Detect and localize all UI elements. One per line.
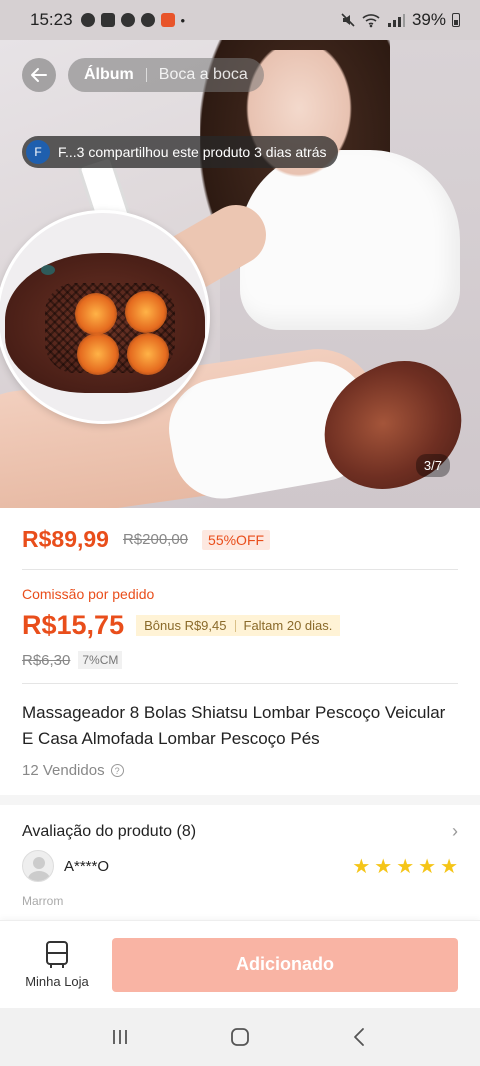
share-text: F...3 compartilhou este produto 3 dias a…	[58, 144, 327, 160]
star-icon: ★	[352, 855, 371, 878]
chevron-right-icon: ›	[452, 821, 458, 841]
telegram-icon	[100, 13, 115, 27]
back-button[interactable]	[22, 58, 56, 92]
star-icon: ★	[396, 855, 415, 878]
status-bar: 15:23 • 39%	[0, 0, 480, 40]
product-image-gallery[interactable]: Álbum Boca a boca F F...3 compartilhou e…	[0, 40, 480, 508]
massager-light	[125, 291, 167, 333]
massager-light	[127, 333, 169, 375]
status-right: 39%	[340, 10, 460, 30]
section-separator	[0, 795, 480, 805]
instagram-icon	[120, 13, 135, 27]
help-icon[interactable]: ?	[110, 764, 124, 777]
share-notice: F F...3 compartilhou este produto 3 dias…	[22, 136, 339, 168]
notification-icons: •	[80, 12, 186, 28]
review-item: A****O ★ ★ ★ ★ ★	[22, 850, 458, 882]
shopee-icon	[160, 13, 175, 27]
battery-icon	[452, 13, 460, 27]
app-screen: 15:23 • 39% Álbum Boca a boca F F...3 co…	[0, 0, 480, 1066]
recents-icon[interactable]	[108, 1025, 132, 1049]
discount-badge: 55%OFF	[202, 529, 271, 550]
divider	[22, 569, 458, 570]
original-price: R$200,00	[122, 531, 189, 548]
commission-old-row: R$6,30 7%CM	[22, 651, 458, 669]
massager-light	[75, 293, 117, 335]
sold-count: 12 Vendidos	[22, 762, 105, 779]
product-price: R$89,99	[22, 526, 109, 552]
signal-icon	[387, 14, 405, 27]
massager-button	[41, 265, 55, 275]
product-title: Massageador 8 Bolas Shiatsu Lombar Pesco…	[22, 703, 446, 748]
commission-rate: 7%CM	[78, 651, 123, 669]
store-icon	[46, 941, 68, 968]
price-row: R$89,99 R$200,00 55%OFF	[22, 526, 458, 553]
bonus-divider	[234, 619, 236, 632]
my-store-button[interactable]: Minha Loja	[22, 940, 92, 989]
product-details: R$89,99 R$200,00 55%OFF Comissão por ped…	[0, 508, 480, 908]
star-icon: ★	[374, 855, 393, 878]
avatar	[22, 850, 54, 882]
review-variant: Marrom	[22, 894, 64, 908]
sharer-avatar: F	[26, 140, 50, 164]
reviews-title: Avaliação do produto (8)	[22, 822, 197, 840]
my-store-label: Minha Loja	[25, 974, 89, 989]
wifi-icon	[362, 14, 380, 28]
image-page-indicator: 3/7	[415, 454, 450, 477]
sold-count-row: 12 Vendidos ?	[22, 762, 458, 779]
system-nav-bar	[0, 1008, 480, 1066]
status-left: 15:23 •	[30, 10, 185, 30]
back-nav-icon[interactable]	[348, 1025, 372, 1049]
star-icon: ★	[418, 855, 437, 878]
gallery-tabs: Álbum Boca a boca	[68, 58, 264, 92]
commission-value: R$15,75	[22, 610, 125, 640]
commission-old: R$6,30	[22, 651, 71, 669]
reviews-header[interactable]: Avaliação do produto (8) ›	[22, 821, 458, 842]
bonus-remaining: Faltam 20 dias.	[243, 618, 333, 633]
battery-percent: 39%	[411, 10, 446, 29]
chat-icon	[80, 13, 95, 27]
mute-icon	[341, 13, 355, 27]
image-zoom-inset	[0, 210, 210, 424]
home-icon[interactable]	[228, 1025, 252, 1049]
arrow-left-icon	[31, 68, 47, 82]
commission-row: R$15,75 Bônus R$9,45 Faltam 20 dias.	[22, 610, 458, 641]
added-button[interactable]: Adicionado	[112, 937, 458, 992]
status-time: 15:23	[30, 10, 73, 29]
bonus-badge: Bônus R$9,45 Faltam 20 dias.	[136, 615, 341, 636]
rating-stars: ★ ★ ★ ★ ★	[352, 854, 458, 879]
image-massager	[5, 253, 205, 393]
message-icon	[140, 13, 155, 27]
massager-light	[77, 333, 119, 375]
tab-boca-a-boca[interactable]: Boca a boca	[159, 66, 248, 84]
commission-label: Comissão por pedido	[22, 586, 155, 602]
divider	[22, 683, 458, 684]
tab-divider	[145, 68, 147, 82]
star-icon: ★	[440, 855, 458, 878]
bottom-action-bar: Minha Loja Adicionado	[0, 920, 480, 1008]
reviewer-name: A****O	[64, 857, 110, 875]
tab-album[interactable]: Álbum	[84, 66, 134, 84]
more-dot-icon: •	[180, 12, 186, 28]
bonus-text: Bônus R$9,45	[144, 618, 227, 633]
